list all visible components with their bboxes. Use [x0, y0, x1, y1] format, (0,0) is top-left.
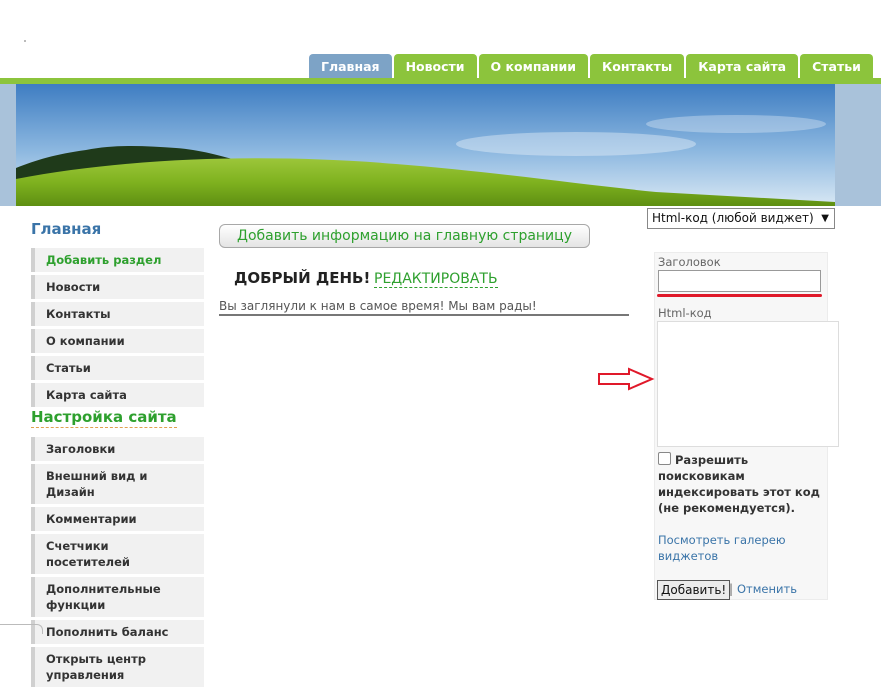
edit-link[interactable]: РЕДАКТИРОВАТЬ — [374, 271, 498, 288]
left-sidebar: Главная Добавить раздел Новости Контакты… — [0, 206, 206, 687]
permit-index-label: Разрешить поисковикам индексировать этот… — [658, 453, 820, 515]
title-input[interactable] — [658, 270, 821, 292]
sidebar-main-title[interactable]: Главная — [31, 220, 101, 238]
tab-home[interactable]: Главная — [309, 54, 392, 79]
code-label: Html-код — [658, 306, 712, 320]
red-arrow-icon — [598, 367, 655, 391]
sidebar-item-sitemap[interactable]: Карта сайта — [31, 383, 204, 407]
sidebar-item-about[interactable]: О компании — [31, 329, 204, 353]
decorative-dot — [24, 40, 26, 42]
greeting-heading: ДОБРЫЙ ДЕНЬ! — [234, 269, 371, 287]
dropdown-arrow-icon: ▼ — [821, 213, 829, 224]
sidebar-settings-title[interactable]: Настройка сайта — [31, 408, 177, 428]
tab-sitemap[interactable]: Карта сайта — [686, 54, 799, 79]
title-label: Заголовок — [658, 255, 721, 269]
red-underline-annotation — [657, 294, 822, 297]
sidebar-item-contacts[interactable]: Контакты — [31, 302, 204, 326]
sidebar-settings-menu: Заголовки Внешний вид и Дизайн Комментар… — [31, 437, 204, 690]
top-nav: Главная Новости О компании Контакты Карт… — [309, 54, 873, 79]
add-info-button[interactable]: Добавить информацию на главную страницу — [219, 224, 590, 248]
sidebar-item-design[interactable]: Внешний вид и Дизайн — [31, 464, 204, 504]
sidebar-item-extra-functions[interactable]: Дополнительные функции — [31, 577, 204, 617]
cancel-link[interactable]: Отменить — [737, 582, 797, 596]
widget-type-value: Html-код (любой виджет) — [652, 211, 814, 225]
tab-about[interactable]: О компании — [478, 54, 589, 79]
widget-type-select[interactable]: Html-код (любой виджет) ▼ — [647, 208, 835, 229]
sidebar-item-control-center[interactable]: Открыть центр управления — [31, 647, 204, 687]
action-separator: | — [729, 582, 734, 596]
sidebar-item-counters[interactable]: Счетчики посетителей — [31, 534, 204, 574]
header-banner — [0, 84, 881, 206]
tab-news[interactable]: Новости — [393, 54, 477, 79]
sidebar-item-headers[interactable]: Заголовки — [31, 437, 204, 461]
banner-image — [16, 84, 835, 206]
sidebar-item-news[interactable]: Новости — [31, 275, 204, 299]
tab-articles[interactable]: Статьи — [800, 54, 873, 79]
sidebar-main-menu: Добавить раздел Новости Контакты О компа… — [31, 248, 204, 410]
sidebar-item-comments[interactable]: Комментарии — [31, 507, 204, 531]
sidebar-item-articles[interactable]: Статьи — [31, 356, 204, 380]
sidebar-item-add-section[interactable]: Добавить раздел — [31, 248, 204, 272]
tab-contacts[interactable]: Контакты — [590, 54, 685, 79]
widget-gallery-link[interactable]: Посмотреть галерею виджетов — [658, 532, 808, 564]
html-code-textarea[interactable] — [657, 321, 839, 447]
welcome-text: Вы заглянули к нам в самое время! Мы вам… — [219, 299, 629, 316]
add-widget-button[interactable]: Добавить! — [657, 580, 731, 600]
sidebar-item-top-up-balance[interactable]: Пополнить баланс — [31, 620, 204, 644]
